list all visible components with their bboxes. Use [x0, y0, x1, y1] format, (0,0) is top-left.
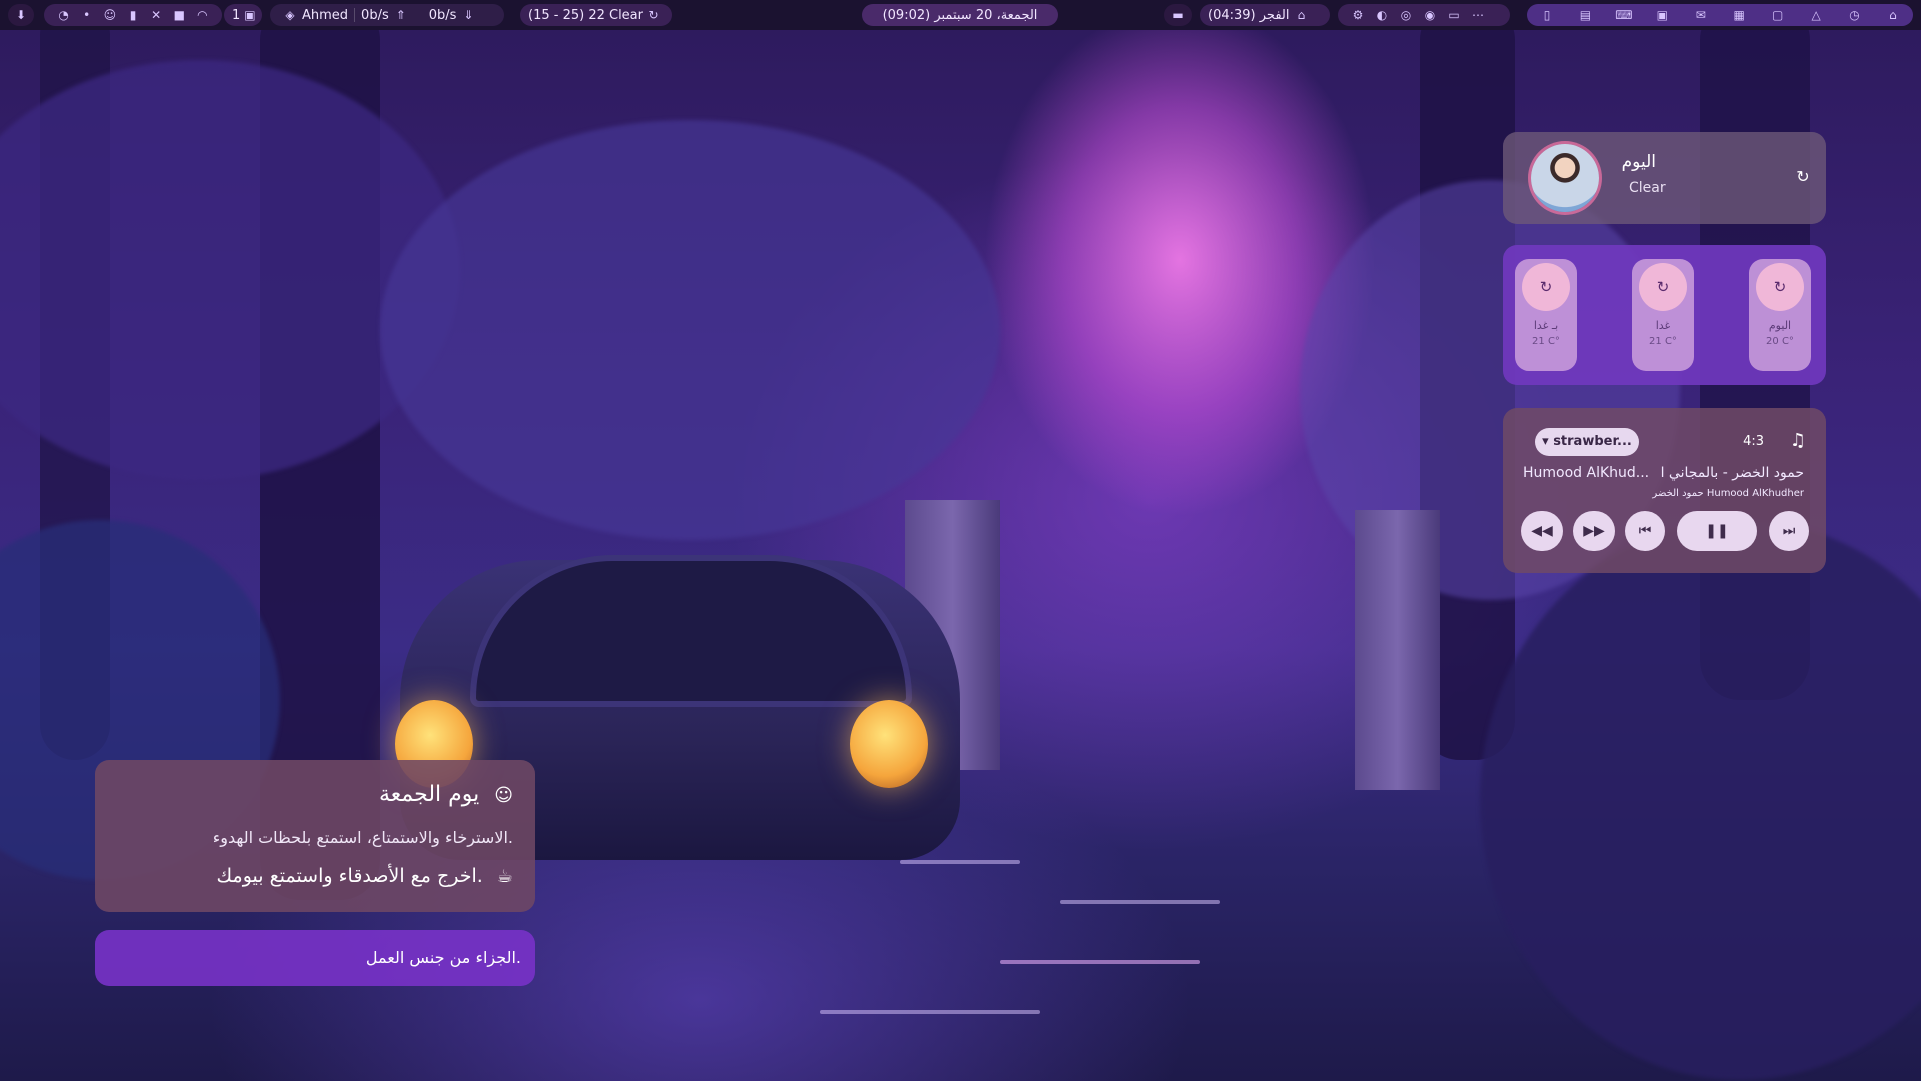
phone-icon[interactable]: ▯ — [1539, 7, 1555, 23]
previous-button[interactable]: ⏮ — [1625, 511, 1665, 551]
dock: ▯ ▤ ⌨ ▣ ✉ ▦ ▢ △ ◷ ⌂ — [1527, 4, 1913, 26]
next-button[interactable]: ⏭ — [1769, 511, 1809, 551]
day-quote-card: يوم الجمعة ☺ الاسترخاء والاستمتاع، استمت… — [95, 760, 535, 912]
clock-icon[interactable]: ◷ — [1847, 7, 1863, 23]
refresh-icon: ↻ — [1639, 263, 1687, 311]
system-controls: ⚙ ◐ ◎ ◉ ▭ ⋯ — [1338, 4, 1510, 26]
coffee-icon: ☕ — [496, 866, 513, 887]
chat-icon[interactable]: ✉ — [1693, 7, 1709, 23]
discord-icon[interactable]: ☺ — [102, 7, 117, 23]
network-widget[interactable]: ◈ Ahmed 0b/s ⇑ 0b/s ⇓ — [270, 4, 504, 26]
image-icon: ▬ — [1172, 8, 1184, 22]
top-bar: ⬇ ◔ • ☺ ▮ ✕ ■ ◠ 1 ▣ ◈ Ahmed 0b/s ⇑ 0b/s … — [0, 0, 1921, 30]
tray-apps: ◔ • ☺ ▮ ✕ ■ ◠ — [44, 4, 222, 26]
weather-condition: Clear — [1629, 180, 1666, 196]
browser-icon[interactable]: ◔ — [56, 7, 71, 23]
proverb-text: الجزاء من جنس العمل. — [365, 948, 521, 967]
forecast-card: ↻ بـ غدا 21 C° ↻ غدا 21 C° ↻ اليوم 20 C° — [1503, 245, 1826, 385]
track-time: 4:3 — [1743, 434, 1764, 449]
track-subtitle: حمود الخضر Humood AlKhudher — [1652, 488, 1804, 499]
arrow-up-icon: ⇑ — [395, 8, 406, 22]
track-title: حمود الخضر - بالمجاني ا — [1660, 465, 1804, 481]
home-icon[interactable]: ⌂ — [1885, 7, 1901, 23]
folder-icon[interactable]: ▣ — [1654, 7, 1670, 23]
rewind-button[interactable]: ◀◀ — [1521, 511, 1563, 551]
quote-line: اخرج مع الأصدقاء واستمتع بيومك. ☕ — [216, 865, 513, 887]
net-down: 0b/s — [428, 7, 457, 23]
tools-icon[interactable]: ✕ — [149, 7, 164, 23]
workspace-icon: ▣ — [244, 8, 256, 22]
clock-widget[interactable]: (09:02) الجمعة، 20 سبتمبر — [862, 4, 1058, 26]
user-name: Ahmed — [302, 7, 349, 23]
wifi-icon[interactable]: ◠ — [195, 7, 210, 23]
day-heading: يوم الجمعة ☺ — [378, 782, 513, 807]
volume-icon[interactable]: ◐ — [1374, 7, 1390, 23]
download-icon: ⬇ — [15, 8, 27, 22]
refresh-icon: ↻ — [1522, 263, 1570, 311]
music-note-icon: ♫ — [1789, 430, 1806, 451]
prayer-widget[interactable]: الفجر (04:39) ⌂ — [1200, 4, 1330, 26]
mic-icon[interactable]: ◎ — [1398, 7, 1414, 23]
headlight — [850, 700, 928, 788]
proverb-card: الجزاء من جنس العمل. — [95, 930, 535, 986]
avatar — [1531, 144, 1599, 212]
folder2-icon[interactable]: ▢ — [1770, 7, 1786, 23]
app-icon[interactable]: ■ — [172, 7, 187, 23]
forecast-day: ↻ غدا 21 C° — [1632, 259, 1694, 371]
fast-forward-button[interactable]: ▶▶ — [1573, 511, 1615, 551]
dot-icon[interactable]: • — [79, 7, 94, 23]
mosque-icon: ⌂ — [1297, 8, 1306, 22]
smile-icon: ☺ — [494, 785, 513, 806]
screen-icon[interactable]: ▭ — [1446, 7, 1462, 23]
launcher-button[interactable]: ⬇ — [8, 4, 34, 26]
weather-widget[interactable]: (15 - 25) 22 Clear ↻ — [520, 4, 672, 26]
more-icon[interactable]: ⋯ — [1470, 7, 1486, 23]
refresh-icon[interactable]: ↻ — [1792, 166, 1814, 188]
battery-icon[interactable]: ▮ — [125, 7, 140, 23]
forecast-day: ↻ بـ غدا 21 C° — [1515, 259, 1577, 371]
arrow-down-icon: ⇓ — [463, 8, 474, 22]
media-player: ▾ strawber... 4:3 ♫ حمود الخضر - بالمجان… — [1503, 408, 1826, 573]
settings-icon[interactable]: ⚙ — [1350, 7, 1366, 23]
refresh-icon: ↻ — [1756, 263, 1804, 311]
weather-title: اليوم — [1621, 152, 1656, 172]
doc-icon[interactable]: ▦ — [1731, 7, 1747, 23]
wifi-icon: ◈ — [285, 8, 295, 22]
record-icon[interactable]: ◉ — [1422, 7, 1438, 23]
files-icon[interactable]: ▤ — [1577, 7, 1593, 23]
keyboard-icon[interactable]: ⌨ — [1615, 7, 1632, 23]
screenshot-button[interactable]: ▬ — [1164, 4, 1192, 26]
track-artist: Humood AlKhud... — [1523, 465, 1650, 481]
weather-card: اليوم Clear ↻ — [1503, 132, 1826, 224]
quote-line: الاسترخاء والاستمتاع، استمتع بلحظات الهد… — [212, 828, 513, 847]
flask-icon[interactable]: △ — [1808, 7, 1824, 23]
player-source-selector[interactable]: ▾ strawber... — [1535, 428, 1639, 456]
workspace-indicator[interactable]: 1 ▣ — [224, 4, 262, 26]
pause-button[interactable]: ❚❚ — [1677, 511, 1757, 551]
net-up: 0b/s — [361, 7, 389, 23]
refresh-icon: ↻ — [648, 8, 659, 22]
forecast-day: ↻ اليوم 20 C° — [1749, 259, 1811, 371]
